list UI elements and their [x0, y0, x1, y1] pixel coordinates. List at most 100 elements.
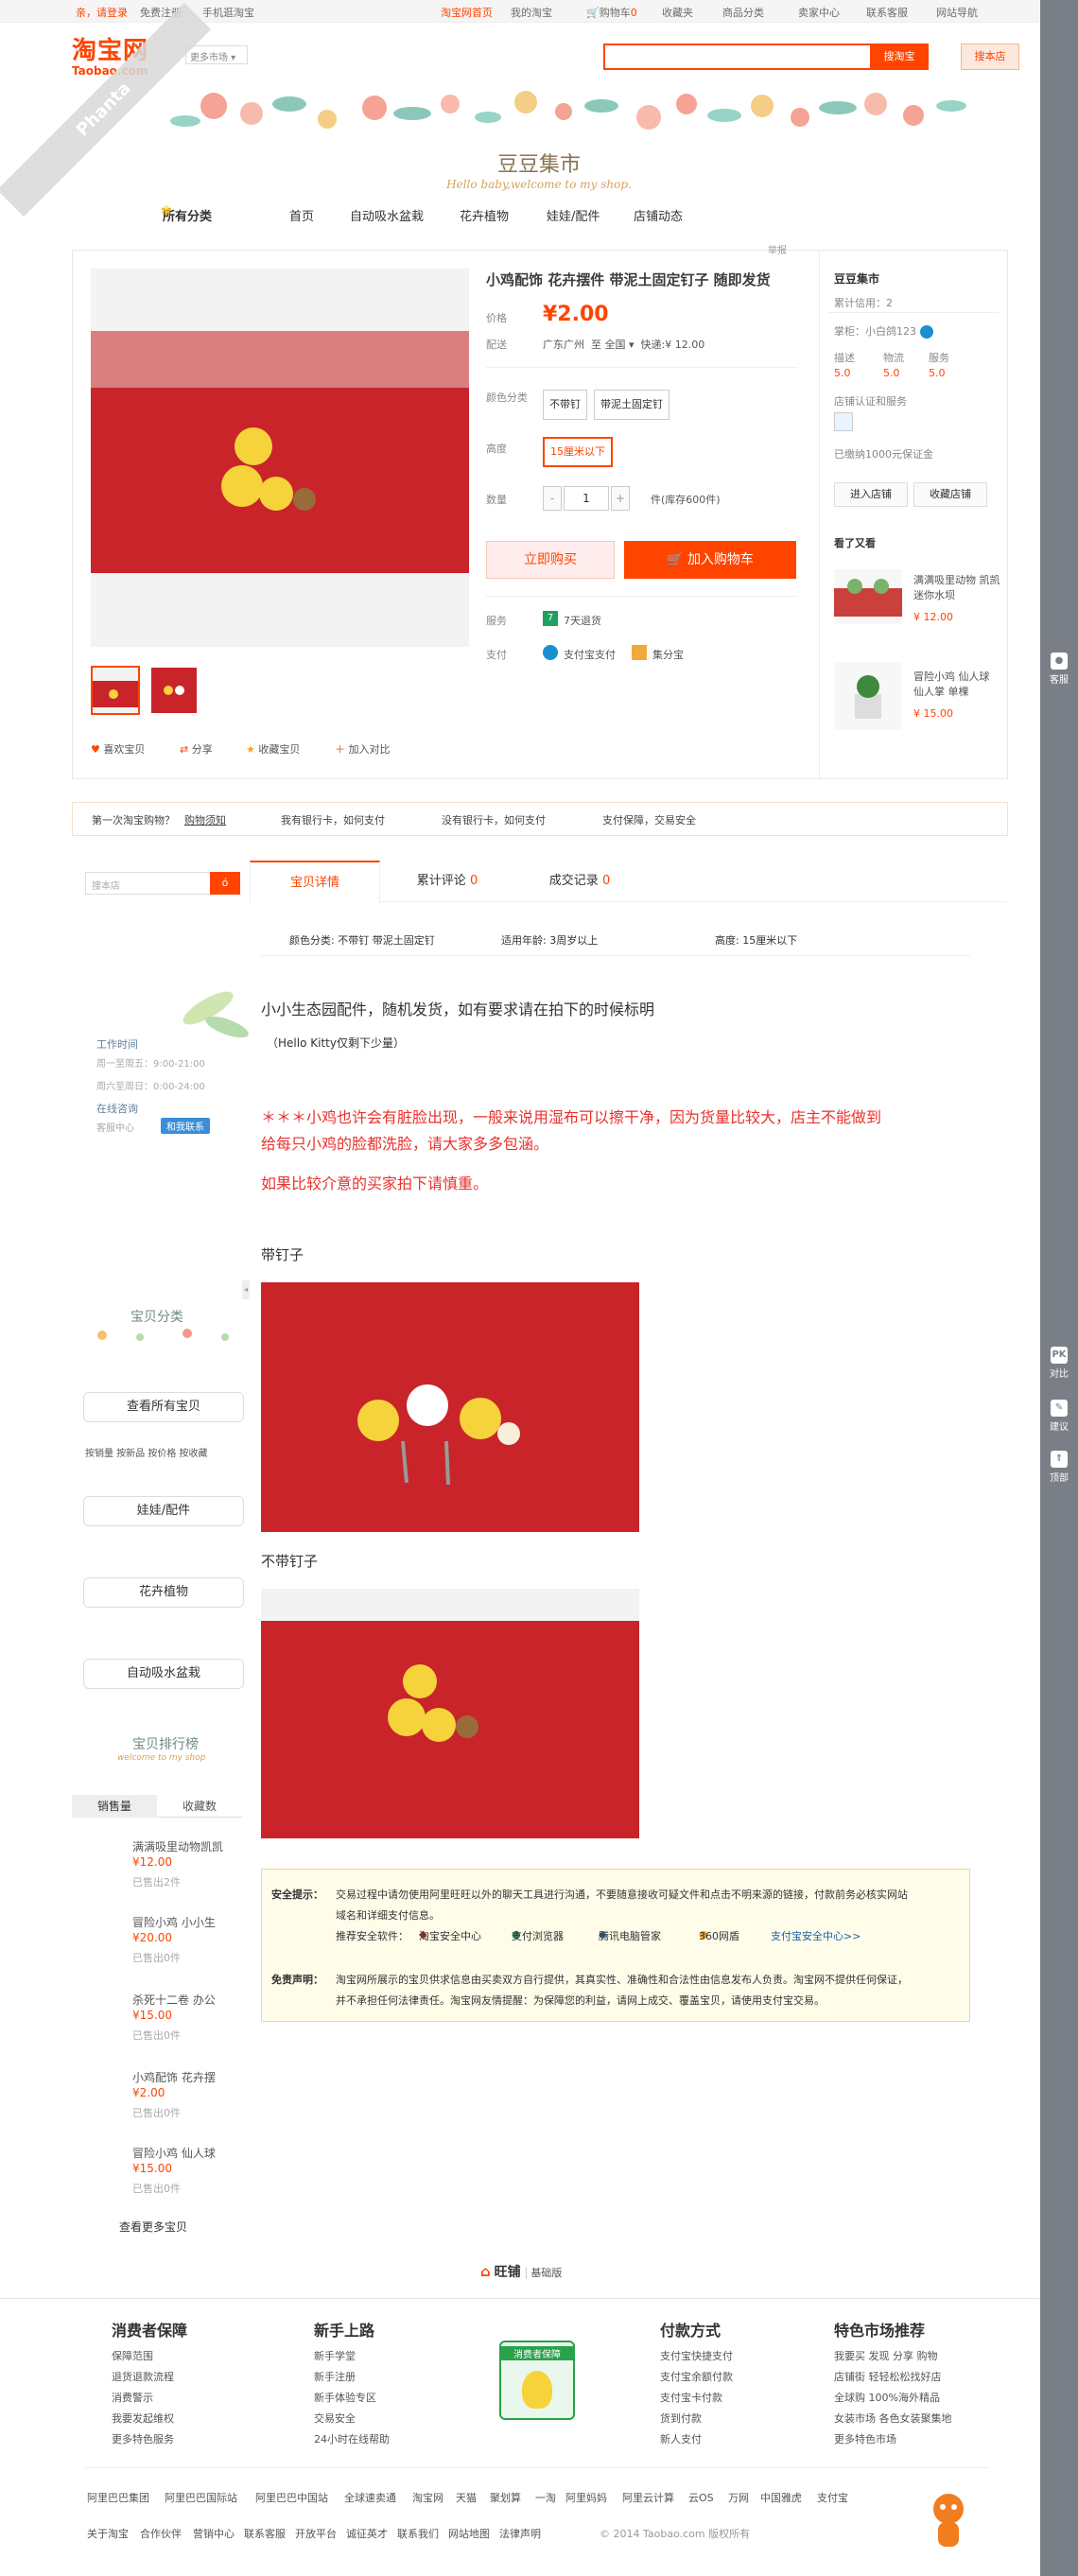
footer-link[interactable]: 开放平台 [295, 2526, 337, 2541]
rank-tab-sales[interactable]: 销售量 [72, 1795, 157, 1818]
footer-link[interactable]: 我要发起维权 [112, 2411, 174, 2426]
share-button[interactable]: ⇄ 分享 [180, 741, 213, 757]
cert-icon[interactable] [834, 412, 853, 431]
rank-tab-favorites[interactable]: 收藏数 [157, 1795, 242, 1818]
footer-link[interactable]: 新手注册 [314, 2369, 356, 2384]
shopping-guide-link[interactable]: 购物须知 [184, 812, 226, 827]
view-all-items-button[interactable]: 查看所有宝贝 [83, 1392, 244, 1422]
footer-link[interactable]: 营销中心 [193, 2526, 235, 2541]
report-link[interactable]: 举报 [768, 242, 787, 256]
shop-nav-home[interactable]: 首页 [289, 206, 314, 224]
shop-nav-flowers[interactable]: 花卉植物 [460, 206, 509, 224]
main-product-image[interactable] [91, 269, 469, 647]
category-planters-button[interactable]: 自动吸水盆栽 [83, 1659, 244, 1689]
customer-service-button[interactable]: ● 客服 [1040, 653, 1078, 686]
footer-link[interactable]: 交易安全 [314, 2411, 356, 2426]
back-to-top-button[interactable]: ⇑ 顶部 [1040, 1451, 1078, 1484]
footer-link[interactable]: 新人支付 [660, 2431, 702, 2446]
search-store-button[interactable]: 搜本店 [961, 44, 1019, 70]
jifenbao-option[interactable]: 集分宝 [652, 647, 684, 662]
thumbnail-2[interactable] [149, 666, 199, 715]
footer-link[interactable]: 一淘 [535, 2490, 556, 2505]
footer-link[interactable]: 女装市场 各色女装聚集地 [834, 2411, 952, 2426]
seller-owner[interactable]: 掌柜：小白鸽123 [834, 323, 933, 339]
footer-link[interactable]: 我要买 发现 分享 购物 [834, 2348, 938, 2363]
category-dolls-button[interactable]: 娃娃/配件 [83, 1496, 244, 1526]
footer-link[interactable]: 关于淘宝 [87, 2526, 129, 2541]
footer-link[interactable]: 更多特色服务 [112, 2431, 174, 2446]
enter-shop-button[interactable]: 进入店铺 [834, 482, 908, 507]
consumer-protection-badge[interactable]: 消费者保障 [499, 2341, 575, 2420]
tab-details[interactable]: 宝贝详情 [250, 861, 380, 903]
favorite-shop-button[interactable]: 收藏店铺 [913, 482, 987, 507]
shop-nav-dolls[interactable]: 娃娃/配件 [547, 206, 600, 224]
footer-link[interactable]: 天猫 [456, 2490, 477, 2505]
category-sort-links[interactable]: 按销量 按新品 按价格 按收藏 [85, 1445, 208, 1459]
favorite-item-button[interactable]: ★ 收藏宝贝 [246, 741, 300, 757]
add-compare-button[interactable]: ＋ 加入对比 [335, 741, 391, 757]
search-input[interactable] [603, 44, 872, 70]
footer-link[interactable]: 联系客服 [244, 2526, 286, 2541]
tab-reviews[interactable]: 累计评论 0 [382, 861, 513, 902]
rank-item-name[interactable]: 冒险小鸡 小小生 [132, 1914, 216, 1930]
shop-nav-planters[interactable]: 自动吸水盆栽 [350, 206, 424, 224]
payment-security-link[interactable]: 支付保障，交易安全 [602, 812, 696, 827]
feedback-button[interactable]: ✎ 建议 [1040, 1400, 1078, 1433]
footer-link[interactable]: 合作伙伴 [140, 2526, 182, 2541]
footer-link[interactable]: 阿里巴巴中国站 [255, 2490, 328, 2505]
footer-link[interactable]: 保障范围 [112, 2348, 153, 2363]
favorites-link[interactable]: 收藏夹 [662, 5, 693, 20]
sku-with-nail[interactable]: 带泥土固定钉 [594, 390, 669, 420]
ship-to-select[interactable]: 全国 ▾ [605, 339, 635, 351]
footer-link[interactable]: 阿里云计算 [622, 2490, 674, 2505]
footer-link[interactable]: 全球速卖通 [344, 2490, 396, 2505]
footer-link[interactable]: 全球购 100%海外精品 [834, 2390, 940, 2405]
tab-transactions[interactable]: 成交记录 0 [514, 861, 645, 902]
footer-link[interactable]: 更多特色市场 [834, 2431, 896, 2446]
footer-link[interactable]: 诚征英才 [346, 2526, 388, 2541]
footer-link[interactable]: 支付宝快捷支付 [660, 2348, 733, 2363]
site-nav-link[interactable]: 网站导航 [936, 5, 978, 20]
contact-seller-button[interactable]: 和我联系 [161, 1118, 210, 1134]
footer-link[interactable]: 聚划算 [490, 2490, 521, 2505]
rank-item-name[interactable]: 杀死十二卷 办公 [132, 1992, 216, 2008]
cart-link[interactable]: 🛒购物车0 [586, 5, 637, 20]
view-more-items-link[interactable]: 查看更多宝贝 [119, 2219, 187, 2235]
footer-link[interactable]: 阿里巴巴集团 [87, 2490, 149, 2505]
shop-nav-news[interactable]: 店铺动态 [634, 206, 683, 224]
rank-item-name[interactable]: 小鸡配饰 花卉摆 [132, 2069, 216, 2085]
footer-link[interactable]: 阿里妈妈 [565, 2490, 607, 2505]
no-bank-card-link[interactable]: 没有银行卡，如何支付 [442, 812, 546, 827]
contact-link[interactable]: 联系客服 [866, 5, 908, 20]
my-taobao-link[interactable]: 我的淘宝 [511, 5, 552, 20]
mobile-link[interactable]: 手机逛淘宝 [202, 5, 254, 20]
quantity-minus-button[interactable]: - [543, 486, 562, 511]
like-button[interactable]: ♥ 喜欢宝贝 [91, 741, 145, 757]
thumbnail-1[interactable] [91, 666, 140, 715]
footer-link[interactable]: 中国雅虎 [760, 2490, 802, 2505]
rec-image-2[interactable] [834, 662, 902, 730]
sku-no-nail[interactable]: 不带钉 [543, 390, 587, 420]
sku-height[interactable]: 15厘米以下 [543, 437, 613, 467]
rec-name-2[interactable]: 冒险小鸡 仙人球 仙人掌 单棵 [913, 670, 1000, 700]
footer-link[interactable]: 退货退款流程 [112, 2369, 174, 2384]
collapse-sidebar-button[interactable]: ◂ [242, 1280, 250, 1299]
return-service[interactable]: 7天退货 [564, 613, 601, 628]
rank-item-name[interactable]: 满满吸里动物凯凯 [132, 1838, 223, 1854]
rec-image-1[interactable] [834, 569, 902, 624]
rank-item-name[interactable]: 冒险小鸡 仙人球 [132, 2145, 216, 2161]
footer-link[interactable]: 店铺街 轻轻松松找好店 [834, 2369, 942, 2384]
footer-link[interactable]: 24小时在线帮助 [314, 2431, 390, 2446]
footer-link[interactable]: 货到付款 [660, 2411, 702, 2426]
shop-search-input[interactable]: 搜本店 [85, 872, 217, 895]
login-link[interactable]: 亲，请登录 [76, 5, 128, 20]
seller-shop-name[interactable]: 豆豆集市 [834, 270, 879, 287]
footer-link[interactable]: 阿里巴巴国际站 [165, 2490, 237, 2505]
search-taobao-button[interactable]: 搜淘宝 [870, 44, 929, 70]
footer-link[interactable]: 联系我们 [397, 2526, 439, 2541]
alipay-option[interactable]: 支付宝支付 [564, 647, 616, 662]
footer-link[interactable]: 支付宝卡付款 [660, 2390, 722, 2405]
footer-link[interactable]: 万网 [728, 2490, 749, 2505]
shop-search-button[interactable]: ó [210, 872, 240, 895]
buy-now-button[interactable]: 立即购买 [486, 541, 615, 579]
